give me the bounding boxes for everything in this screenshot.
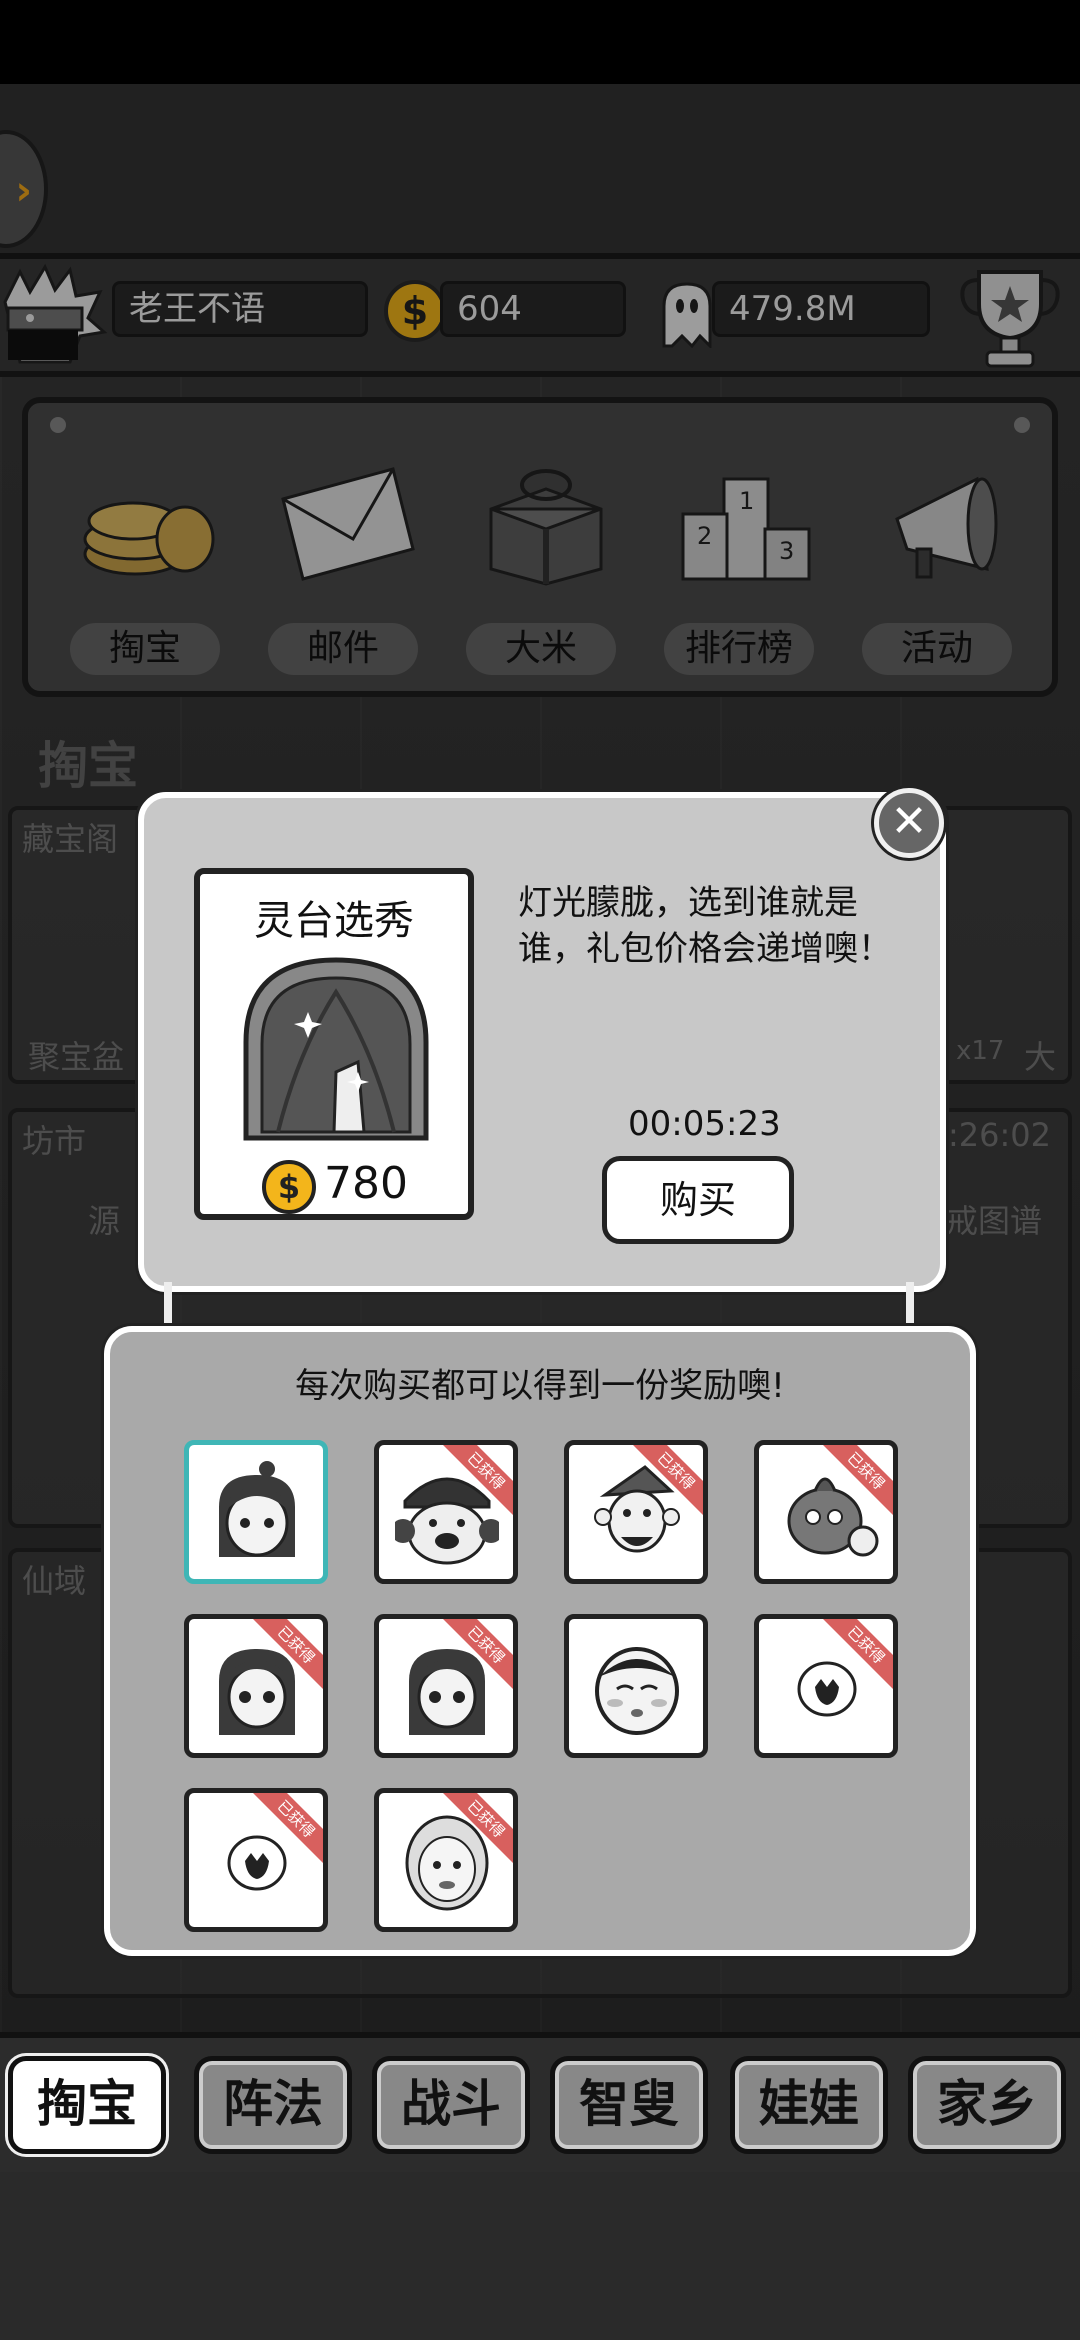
reward-item-blushing-face[interactable] (564, 1614, 708, 1758)
curtain-icon (243, 957, 429, 1141)
reward-item-seed-a[interactable]: 已获得 (754, 1614, 898, 1758)
bottom-fill (0, 2172, 1080, 2340)
close-button[interactable]: ✕ (874, 788, 944, 858)
tab-dolls[interactable]: 娃娃 (730, 2056, 888, 2154)
offer-card: 灵台选秀 $ 780 (194, 868, 474, 1220)
coin-icon: $ (262, 1160, 316, 1214)
reward-item-girl-ponytail-a[interactable]: 已获得 (184, 1614, 328, 1758)
reward-item-old-man-hat[interactable]: 已获得 (564, 1440, 708, 1584)
close-icon: ✕ (890, 796, 928, 847)
tab-battle[interactable]: 战斗 (372, 2056, 530, 2154)
reward-item-seed-b[interactable]: 已获得 (184, 1788, 328, 1932)
offer-title: 灵台选秀 (254, 898, 414, 944)
reward-item-girl-topknot[interactable] (184, 1440, 328, 1584)
reward-item-hooded-face[interactable]: 已获得 (374, 1788, 518, 1932)
blushing-face-icon (595, 1647, 679, 1735)
reward-item-orange-creature[interactable]: 已获得 (754, 1440, 898, 1584)
status-bar (0, 0, 1080, 84)
rewards-title: 每次购买都可以得到一份奖励噢! (295, 1366, 785, 1406)
tab-taobao[interactable]: 掏宝 (8, 2056, 166, 2154)
reward-item-girl-ponytail-b[interactable]: 已获得 (374, 1614, 518, 1758)
tab-formation[interactable]: 阵法 (194, 2056, 352, 2154)
offer-description: 灯光朦胧，选到谁就是谁，礼包价格会递增噢！ (518, 883, 892, 969)
offer-timer: 00:05:23 (628, 1104, 781, 1144)
offer-price: 780 (324, 1158, 408, 1209)
girl-topknot-icon (219, 1461, 295, 1557)
reward-item-pirate-dog[interactable]: 已获得 (374, 1440, 518, 1584)
tab-hometown[interactable]: 家乡 (908, 2056, 1066, 2154)
buy-button[interactable]: 购买 (602, 1156, 794, 1244)
tab-sage[interactable]: 智叟 (550, 2056, 708, 2154)
